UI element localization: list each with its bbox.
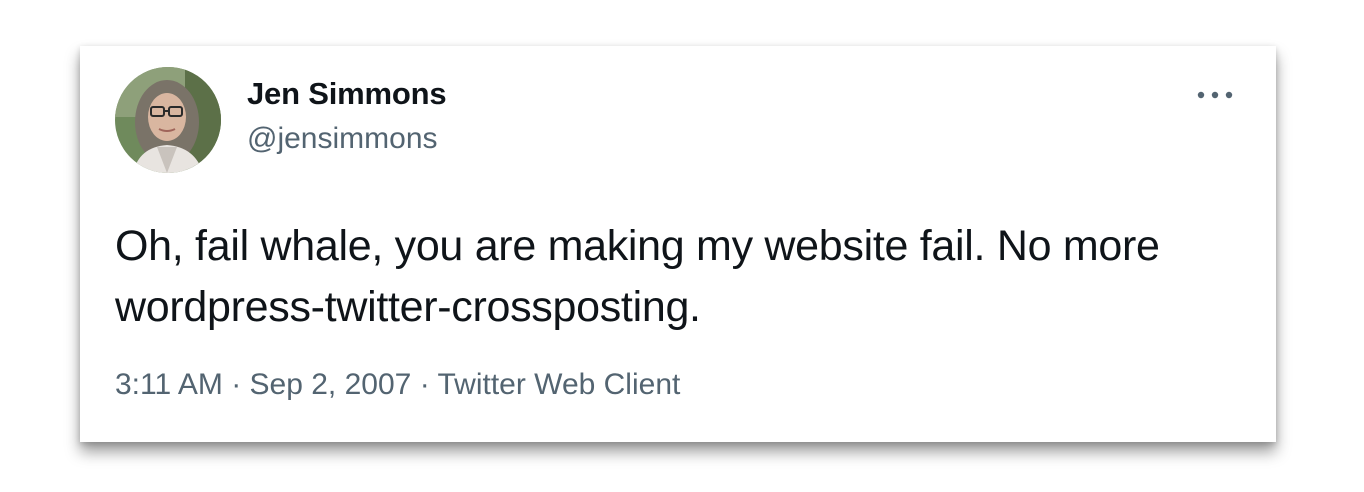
separator: ·: [419, 368, 430, 401]
separator: ·: [231, 368, 242, 401]
tweet-card: Jen Simmons @jensimmons Oh, fail whale, …: [80, 46, 1276, 442]
avatar-image: [115, 67, 221, 173]
tweet-time[interactable]: 3:11 AM: [115, 368, 223, 401]
tweet-metadata: 3:11 AM · Sep 2, 2007 · Twitter Web Clie…: [115, 368, 680, 402]
more-horizontal-icon: [1197, 91, 1233, 99]
more-options-button[interactable]: [1192, 82, 1238, 108]
avatar[interactable]: [115, 67, 221, 173]
author-handle[interactable]: @jensimmons: [247, 122, 438, 156]
tweet-source[interactable]: Twitter Web Client: [437, 368, 680, 401]
tweet-date[interactable]: Sep 2, 2007: [250, 368, 412, 401]
tweet-text: Oh, fail whale, you are making my websit…: [115, 222, 1160, 331]
author-name[interactable]: Jen Simmons: [247, 76, 447, 112]
